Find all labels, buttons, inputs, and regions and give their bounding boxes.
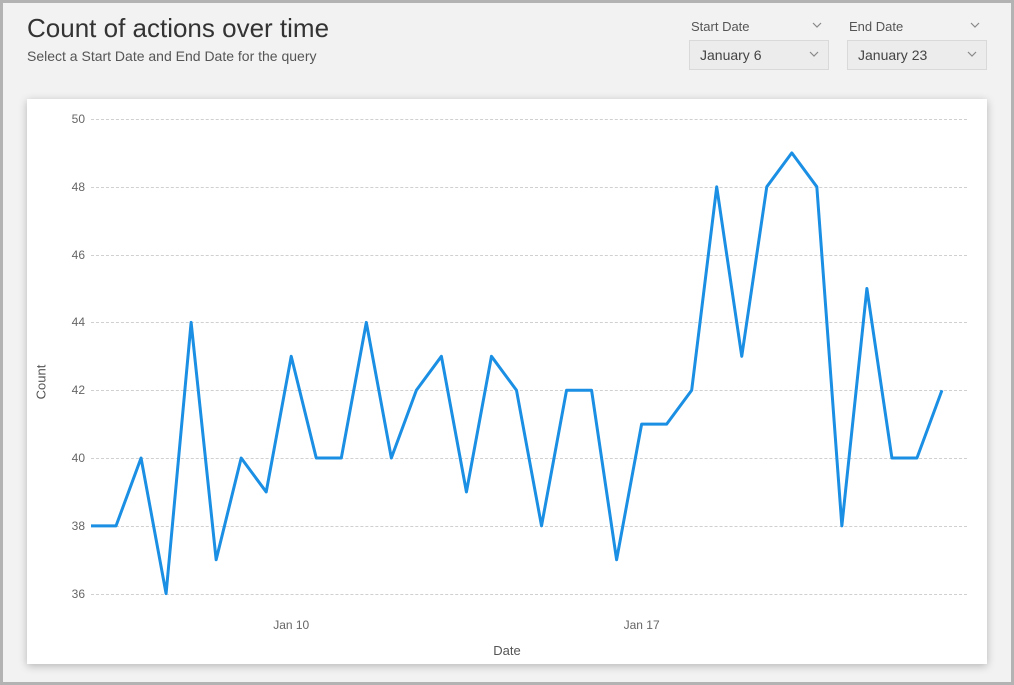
- page-title: Count of actions over time: [27, 13, 689, 44]
- end-date-picker: End Date January 23: [847, 17, 987, 70]
- y-tick-label: 50: [72, 112, 85, 126]
- start-date-label-row[interactable]: Start Date: [689, 17, 829, 36]
- x-tick-label: Jan 10: [273, 618, 309, 632]
- y-tick-label: 38: [72, 519, 85, 533]
- date-pickers: Start Date January 6 End Date: [689, 17, 987, 70]
- end-date-value: January 23: [858, 47, 927, 63]
- start-date-picker: Start Date January 6: [689, 17, 829, 70]
- x-axis-label: Date: [493, 643, 520, 658]
- title-block: Count of actions over time Select a Star…: [27, 13, 689, 64]
- page-subtitle: Select a Start Date and End Date for the…: [27, 48, 689, 64]
- start-date-select[interactable]: January 6: [689, 40, 829, 70]
- chevron-down-icon: [811, 19, 823, 34]
- y-tick-label: 36: [72, 587, 85, 601]
- y-tick-label: 44: [72, 315, 85, 329]
- chart-plot-area: 3638404244464850Jan 10Jan 17: [91, 119, 967, 614]
- header: Count of actions over time Select a Star…: [3, 3, 1011, 84]
- chart-card: Count Date 3638404244464850Jan 10Jan 17: [27, 99, 987, 664]
- chart-series-line: [91, 153, 942, 594]
- y-tick-label: 46: [72, 248, 85, 262]
- start-date-label: Start Date: [691, 19, 750, 34]
- start-date-value: January 6: [700, 47, 761, 63]
- end-date-label-row[interactable]: End Date: [847, 17, 987, 36]
- chevron-down-icon: [969, 19, 981, 34]
- y-tick-label: 40: [72, 451, 85, 465]
- y-tick-label: 42: [72, 383, 85, 397]
- y-tick-label: 48: [72, 180, 85, 194]
- chevron-down-icon: [808, 47, 820, 63]
- chevron-down-icon: [966, 47, 978, 63]
- end-date-select[interactable]: January 23: [847, 40, 987, 70]
- x-tick-label: Jan 17: [624, 618, 660, 632]
- dashboard-frame: Count of actions over time Select a Star…: [0, 0, 1014, 685]
- end-date-label: End Date: [849, 19, 903, 34]
- chart-line: [91, 119, 967, 614]
- y-axis-label: Count: [34, 364, 49, 399]
